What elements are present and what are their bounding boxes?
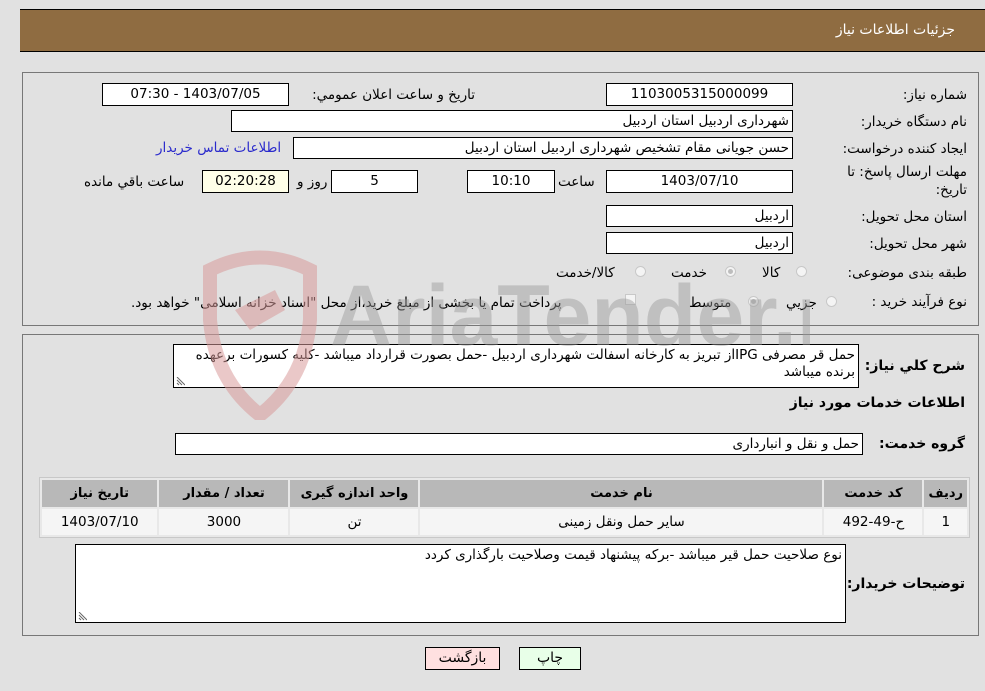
column-header-service-code: کد خدمت (824, 480, 923, 507)
deadline-date-field[interactable]: 1403/07/10 (606, 170, 793, 193)
category-option-service: خدمت (671, 265, 707, 281)
time-remaining-field: 02:20:28 (202, 170, 289, 193)
description-textarea[interactable]: حمل قر مصرفی IPGاز تبریز به کارخانه اسفا… (173, 344, 859, 388)
buyer-org-field[interactable]: شهرداری اردبیل استان اردبیل (231, 110, 793, 132)
process-option-medium: متوسط (689, 295, 732, 311)
deadline-time-label: ساعت (558, 174, 595, 190)
services-table: ردیف کد خدمت نام خدمت واحد اندازه گیری ت… (39, 477, 970, 538)
treasury-checkbox-label: پرداخت تمام یا بخشی از مبلغ خرید،از محل … (131, 295, 562, 311)
service-group-field[interactable]: حمل و نقل و انبارداری (175, 433, 863, 455)
category-radio-goods-service[interactable] (635, 266, 646, 277)
cell-unit: تن (290, 509, 419, 535)
process-radio-minor[interactable] (826, 296, 837, 307)
table-row: 1 ح-49-492 سایر حمل ونقل زمینی تن 3000 1… (42, 509, 967, 535)
requester-field[interactable]: حسن جویانی مقام تشخیص شهرداری اردبیل است… (293, 137, 793, 159)
process-option-minor: جزيي (786, 295, 817, 311)
cell-service-name: سایر حمل ونقل زمینی (420, 509, 823, 535)
category-option-goods-service: کالا/خدمت (556, 265, 615, 281)
page-title: جزئیات اطلاعات نیاز (835, 22, 955, 38)
table-header-row: ردیف کد خدمت نام خدمت واحد اندازه گیری ت… (42, 480, 967, 507)
category-radio-service[interactable] (725, 266, 736, 277)
delivery-province-field[interactable]: اردبیل (606, 205, 793, 227)
services-section-title: اطلاعات خدمات مورد نیاز (789, 395, 965, 411)
cell-service-code: ح-49-492 (824, 509, 923, 535)
treasury-checkbox[interactable] (625, 294, 636, 305)
deadline-label-line2: تاریخ: (935, 182, 967, 198)
delivery-province-label: استان محل تحویل: (861, 209, 967, 225)
time-remaining-label: ساعت باقي مانده (84, 174, 185, 190)
category-option-goods: کالا (762, 265, 781, 281)
announce-datetime-label: تاریخ و ساعت اعلان عمومي: (312, 87, 475, 103)
buyer-org-label: نام دستگاه خریدار: (860, 114, 967, 130)
description-text: حمل قر مصرفی IPGاز تبریز به کارخانه اسفا… (195, 347, 855, 380)
description-label: شرح کلي نياز: (864, 358, 965, 374)
process-radio-medium[interactable] (748, 296, 759, 307)
column-header-quantity: تعداد / مقدار (159, 480, 289, 507)
need-number-field[interactable]: 1103005315000099 (606, 83, 793, 106)
announce-datetime-field[interactable]: 1403/07/05 - 07:30 (102, 83, 289, 106)
category-label: طبقه بندی موضوعی: (847, 265, 967, 281)
deadline-time-field[interactable]: 10:10 (467, 170, 555, 193)
deadline-label-line1: مهلت ارسال پاسخ: تا (847, 164, 967, 180)
back-button[interactable]: بازگشت (425, 647, 500, 670)
need-number-label: شماره نیاز: (902, 87, 967, 103)
buyer-notes-label: توضیحات خریدار: (846, 576, 965, 592)
cell-need-date: 1403/07/10 (42, 509, 158, 535)
print-button[interactable]: چاپ (519, 647, 581, 670)
column-header-unit: واحد اندازه گیری (290, 480, 419, 507)
page-header: جزئیات اطلاعات نیاز (20, 9, 985, 52)
column-header-service-name: نام خدمت (420, 480, 823, 507)
resize-grip-icon[interactable] (78, 612, 87, 621)
delivery-city-label: شهر محل تحویل: (869, 236, 967, 252)
category-radio-goods[interactable] (796, 266, 807, 277)
column-header-row-number: ردیف (924, 480, 967, 507)
buyer-contact-link[interactable]: اطلاعات تماس خریدار (156, 140, 281, 156)
resize-grip-icon[interactable] (176, 377, 185, 386)
process-type-label: نوع فرآیند خرید : (871, 294, 967, 310)
service-group-label: گروه خدمت: (879, 436, 965, 452)
cell-row-number: 1 (924, 509, 967, 535)
days-remaining-field[interactable]: 5 (331, 170, 418, 193)
days-label: روز و (297, 174, 328, 190)
buyer-notes-text: نوع صلاحیت حمل قیر میباشد -برکه پیشنهاد … (424, 547, 842, 563)
cell-quantity: 3000 (159, 509, 289, 535)
column-header-need-date: تاریخ نیاز (42, 480, 158, 507)
requester-label: ایجاد کننده درخواست: (842, 141, 967, 157)
buyer-notes-textarea[interactable]: نوع صلاحیت حمل قیر میباشد -برکه پیشنهاد … (75, 544, 846, 623)
delivery-city-field[interactable]: اردبیل (606, 232, 793, 254)
